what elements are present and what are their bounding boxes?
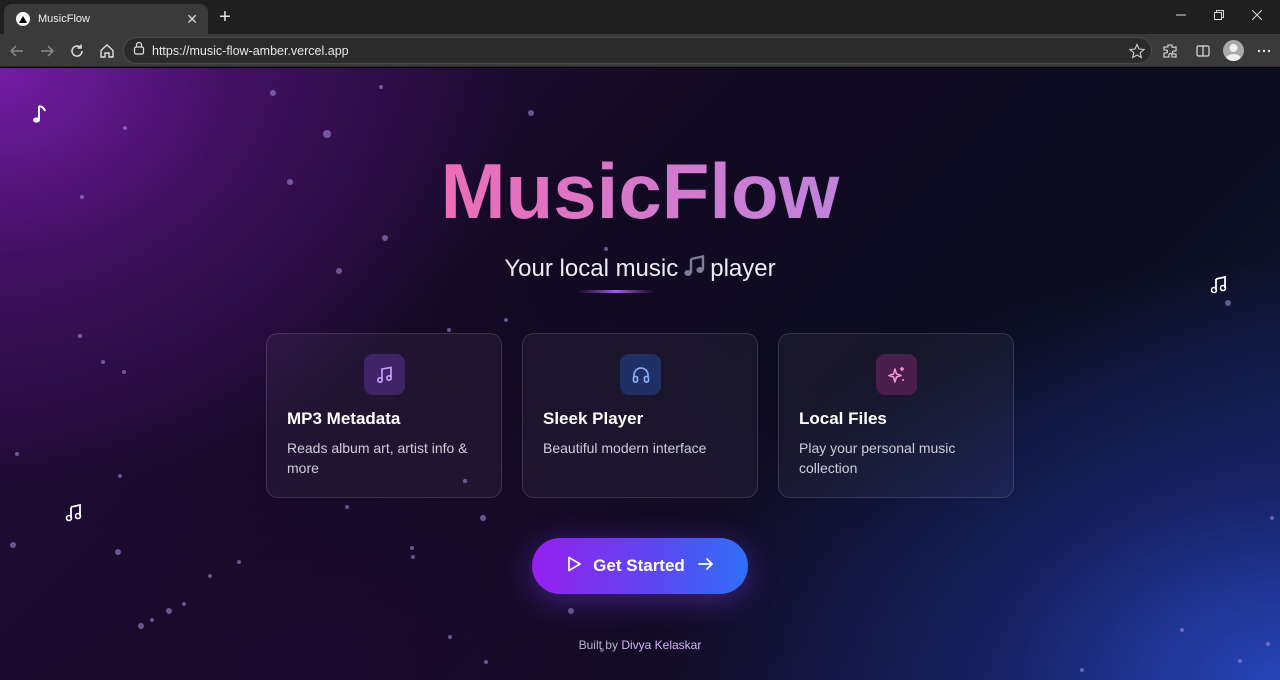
hero-subtitle: Your local music player	[0, 253, 1280, 284]
particle-dot	[150, 618, 154, 622]
particle-dot	[484, 660, 488, 664]
back-icon[interactable]	[6, 40, 28, 62]
new-tab-icon[interactable]: +	[214, 6, 236, 28]
more-menu-icon[interactable]	[1253, 40, 1275, 62]
music-note-icon	[364, 354, 405, 395]
particle-dot	[237, 560, 241, 564]
footer-credit: Built by Divya Kelaskar	[0, 638, 1280, 652]
footer-prefix: Built by	[578, 638, 618, 652]
browser-tab[interactable]: MusicFlow ✕	[4, 4, 208, 34]
home-icon[interactable]	[96, 40, 118, 62]
particle-dot	[78, 334, 82, 338]
particle-dot	[1080, 668, 1084, 672]
music-note-icon	[32, 104, 48, 131]
particle-dot	[480, 515, 486, 521]
hero-title: MusicFlow	[0, 146, 1280, 237]
particle-dot	[118, 474, 122, 478]
arrow-right-icon	[697, 555, 715, 578]
tab-close-icon[interactable]: ✕	[186, 12, 198, 26]
landing-page: MusicFlow Your local music player MP3 Me…	[0, 68, 1280, 680]
particle-dot	[1180, 628, 1184, 632]
feature-card-mp3-metadata: MP3 Metadata Reads album art, artist inf…	[266, 333, 502, 498]
particle-dot	[568, 608, 574, 614]
particle-dot	[101, 360, 105, 364]
footer-author-link[interactable]: Divya Kelaskar	[621, 638, 701, 652]
feature-description: Reads album art, artist info & more	[287, 440, 468, 476]
split-screen-icon[interactable]	[1192, 40, 1214, 62]
particle-dot	[379, 85, 383, 89]
extensions-icon[interactable]	[1159, 40, 1181, 62]
address-bar[interactable]: https://music-flow-amber.vercel.app	[123, 37, 1152, 64]
minimize-icon[interactable]	[1162, 0, 1200, 30]
particle-dot	[166, 608, 172, 614]
particle-dot	[10, 542, 16, 548]
profile-avatar[interactable]	[1223, 40, 1244, 61]
particle-dot	[411, 555, 415, 559]
particle-dot	[345, 505, 349, 509]
feature-description: Play your personal music collection	[799, 440, 956, 476]
particle-dot	[410, 546, 414, 550]
feature-card-sleek-player: Sleek Player Beautiful modern interface	[522, 333, 758, 498]
close-window-icon[interactable]	[1238, 0, 1276, 30]
particle-dot	[182, 602, 186, 606]
tab-strip: MusicFlow ✕ +	[0, 0, 1280, 34]
play-icon	[565, 555, 583, 578]
get-started-label: Get Started	[593, 556, 685, 575]
tab-title: MusicFlow	[38, 13, 90, 25]
subtitle-text-end: player	[710, 254, 776, 282]
sparkles-icon	[876, 354, 917, 395]
subtitle-text-start: Your local music	[504, 254, 679, 282]
feature-title: Local Files	[799, 409, 887, 428]
forward-icon[interactable]	[36, 40, 58, 62]
restore-icon[interactable]	[1200, 0, 1238, 30]
particle-dot	[504, 318, 508, 322]
particle-dot	[323, 130, 331, 138]
headphones-icon	[620, 354, 661, 395]
particle-dot	[1225, 300, 1231, 306]
particle-dot	[1270, 516, 1274, 520]
feature-title: MP3 Metadata	[287, 409, 401, 428]
particle-dot	[270, 90, 276, 96]
feature-card-local-files: Local Files Play your personal music col…	[778, 333, 1014, 498]
reload-icon[interactable]	[66, 40, 88, 62]
music-notes-icon	[65, 503, 82, 527]
feature-title: Sleek Player	[543, 409, 644, 428]
vercel-favicon-icon	[16, 12, 30, 26]
particle-dot	[138, 623, 144, 629]
particle-dot	[528, 110, 534, 116]
particle-dot	[447, 328, 451, 332]
musical-notes-icon	[682, 254, 706, 285]
particle-dot	[1238, 659, 1242, 663]
particle-dot	[604, 247, 608, 251]
url-text: https://music-flow-amber.vercel.app	[152, 43, 349, 58]
site-info-icon[interactable]	[132, 41, 146, 60]
browser-toolbar: https://music-flow-amber.vercel.app	[0, 34, 1280, 67]
feature-description: Beautiful modern interface	[543, 440, 707, 456]
particle-dot	[115, 549, 121, 555]
particle-dot	[208, 574, 212, 578]
subtitle-underline	[578, 290, 654, 293]
favorite-star-icon[interactable]	[1128, 43, 1146, 64]
particle-dot	[15, 452, 19, 456]
particle-dot	[122, 370, 126, 374]
get-started-button[interactable]: Get Started	[532, 538, 748, 594]
particle-dot	[123, 126, 127, 130]
